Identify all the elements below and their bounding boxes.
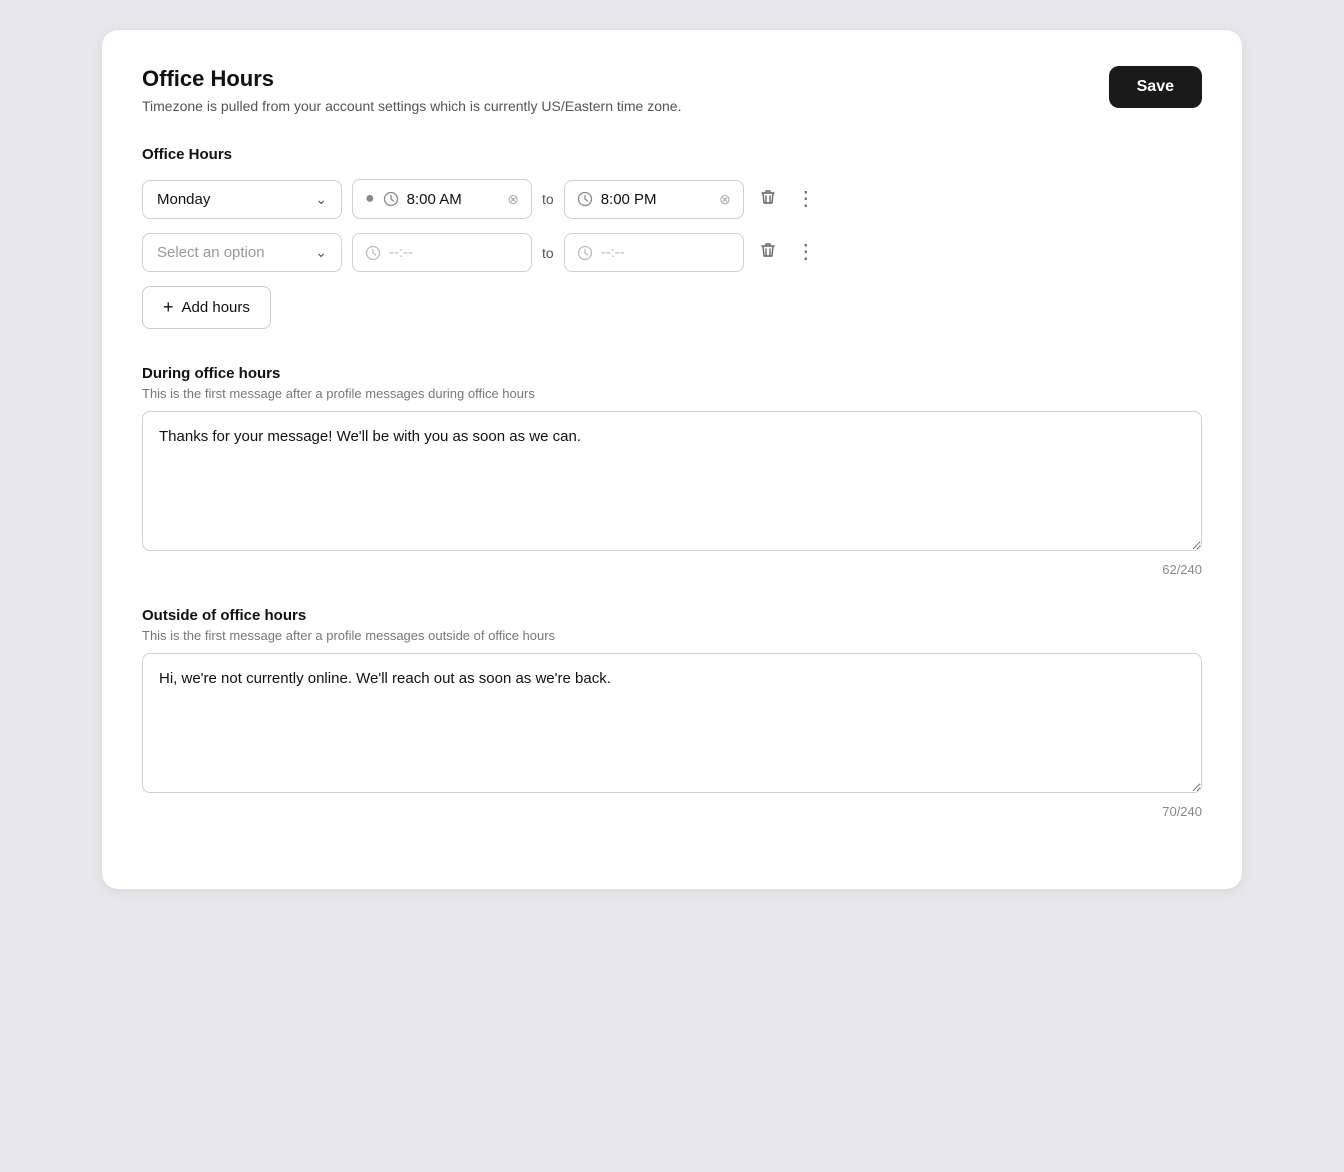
clear-start-1-icon[interactable]: ⊗ — [507, 191, 519, 208]
to-label-2: to — [542, 245, 554, 261]
end-time-2[interactable]: --:-- — [564, 233, 744, 272]
more-icon-2: ⋮ — [796, 241, 816, 263]
outside-label: Outside of office hours — [142, 607, 1202, 624]
clear-end-1-icon[interactable]: ⊗ — [719, 191, 731, 208]
chevron-down-icon-2: ⌄ — [315, 244, 327, 261]
during-label: During office hours — [142, 365, 1202, 382]
add-hours-button[interactable]: + Add hours — [142, 286, 271, 329]
outside-section: Outside of office hours This is the firs… — [142, 607, 1202, 819]
clock-svg-start-1 — [383, 191, 399, 207]
more-options-row-2-button[interactable]: ⋮ — [792, 238, 820, 267]
more-icon-1: ⋮ — [796, 188, 816, 210]
page-subtitle: Timezone is pulled from your account set… — [142, 98, 682, 114]
hours-row-2: Select an option ⌄ --:-- to --:-- ⋮ — [142, 233, 1202, 272]
start-time-1-value: 8:00 AM — [407, 191, 500, 208]
start-time-1[interactable]: ● 8:00 AM ⊗ — [352, 179, 532, 219]
office-hours-card: Office Hours Timezone is pulled from you… — [102, 30, 1242, 889]
during-section: During office hours This is the first me… — [142, 365, 1202, 577]
during-sublabel: This is the first message after a profil… — [142, 386, 1202, 401]
trash-icon-1 — [758, 187, 778, 207]
clock-svg-end-2 — [577, 245, 593, 261]
end-time-2-value: --:-- — [601, 244, 731, 261]
outside-message-textarea[interactable]: Hi, we're not currently online. We'll re… — [142, 653, 1202, 793]
office-hours-label: Office Hours — [142, 146, 1202, 163]
more-options-row-1-button[interactable]: ⋮ — [792, 185, 820, 214]
outside-char-count: 70/240 — [142, 804, 1202, 819]
day-select-1-value: Monday — [157, 191, 210, 208]
delete-row-1-button[interactable] — [754, 183, 782, 216]
day-select-1[interactable]: Monday ⌄ — [142, 180, 342, 219]
delete-row-2-button[interactable] — [754, 236, 782, 269]
clock-icon-start-1: ● — [365, 190, 375, 208]
to-label-1: to — [542, 191, 554, 207]
clock-svg-end-1 — [577, 191, 593, 207]
chevron-down-icon: ⌄ — [315, 191, 327, 208]
start-time-2[interactable]: --:-- — [352, 233, 532, 272]
add-hours-label: Add hours — [182, 299, 250, 316]
clock-svg-start-2 — [365, 245, 381, 261]
outside-sublabel: This is the first message after a profil… — [142, 628, 1202, 643]
during-message-textarea[interactable]: Thanks for your message! We'll be with y… — [142, 411, 1202, 551]
trash-icon-2 — [758, 240, 778, 260]
header-text: Office Hours Timezone is pulled from you… — [142, 66, 682, 114]
plus-icon: + — [163, 297, 174, 318]
end-time-1-value: 8:00 PM — [601, 191, 711, 208]
hours-row-1: Monday ⌄ ● 8:00 AM ⊗ to 8:00 PM ⊗ — [142, 179, 1202, 219]
end-time-1[interactable]: 8:00 PM ⊗ — [564, 180, 744, 219]
during-char-count: 62/240 — [142, 562, 1202, 577]
day-select-2-value: Select an option — [157, 244, 265, 261]
start-time-2-value: --:-- — [389, 244, 519, 261]
save-button[interactable]: Save — [1109, 66, 1202, 108]
header-row: Office Hours Timezone is pulled from you… — [142, 66, 1202, 114]
day-select-2[interactable]: Select an option ⌄ — [142, 233, 342, 272]
page-title: Office Hours — [142, 66, 682, 92]
